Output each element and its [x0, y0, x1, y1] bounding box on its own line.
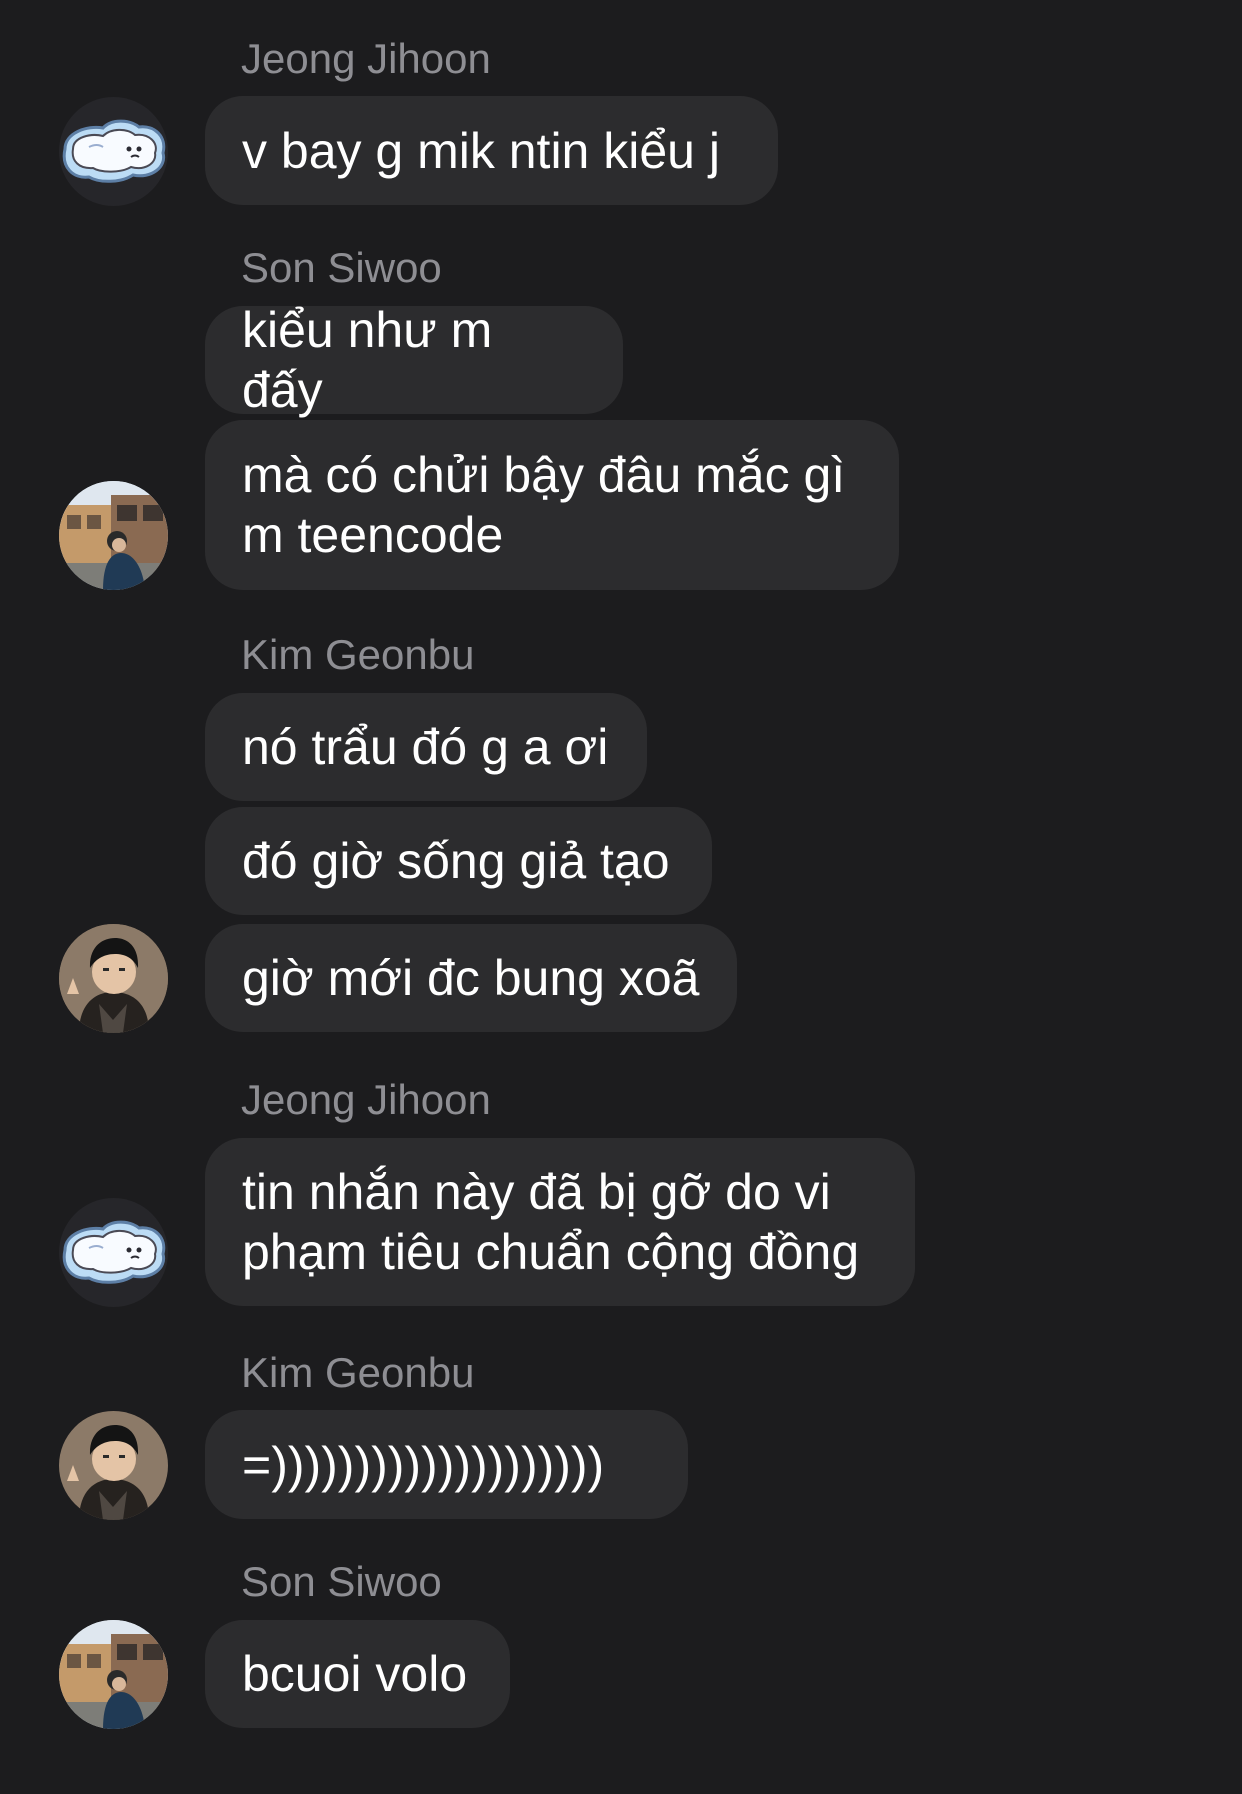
message-text: giờ mới đc bung xoã	[242, 950, 700, 1006]
message-text: mà có chửi bậy đâu mắc gì m teencode	[242, 447, 846, 563]
portrait-photo-avatar-icon	[59, 1411, 168, 1520]
portrait-photo-avatar-icon	[59, 924, 168, 1033]
message-bubble[interactable]: v bay g mik ntin kiểu j	[205, 96, 778, 205]
street-photo-avatar-icon	[59, 1620, 168, 1729]
message-text: nó trẩu đó g a ơi	[242, 719, 609, 775]
message-bubble[interactable]: đó giờ sống giả tạo	[205, 807, 712, 915]
sender-name: Jeong Jihoon	[241, 35, 491, 82]
message-text: đó giờ sống giả tạo	[242, 833, 670, 889]
message-bubble[interactable]: kiểu như m đấy	[205, 302, 623, 418]
message-bubble[interactable]: giờ mới đc bung xoã	[205, 924, 737, 1032]
message-bubble[interactable]: nó trẩu đó g a ơi	[205, 693, 647, 801]
cloud-avatar-icon	[59, 97, 168, 206]
sender-name: Kim Geonbu	[241, 1349, 475, 1396]
cloud-avatar-icon	[59, 1198, 168, 1307]
avatar-kim-geonbu[interactable]	[59, 1411, 168, 1520]
avatar-son-siwoo[interactable]	[59, 1620, 168, 1729]
chat-thread: Jeong Jihoon v bay g mik ntin kiểu j Son…	[0, 0, 1242, 1794]
street-photo-avatar-icon	[59, 481, 168, 590]
message-text: bcuoi volo	[242, 1646, 468, 1702]
message-bubble[interactable]: bcuoi volo	[205, 1620, 510, 1728]
message-bubble[interactable]: =))))))))))))))))))))	[205, 1410, 688, 1519]
sender-name: Kim Geonbu	[241, 631, 475, 678]
message-text: kiểu như m đấy	[242, 302, 493, 418]
message-bubble[interactable]: tin nhắn này đã bị gỡ do vi phạm tiêu ch…	[205, 1138, 915, 1306]
avatar-jeong-jihoon[interactable]	[59, 1198, 168, 1307]
avatar-jeong-jihoon[interactable]	[59, 97, 168, 206]
sender-name: Son Siwoo	[241, 1558, 442, 1605]
sender-name: Jeong Jihoon	[241, 1076, 491, 1123]
message-text: v bay g mik ntin kiểu j	[242, 122, 720, 179]
sender-name: Son Siwoo	[241, 244, 442, 291]
message-text: =))))))))))))))))))))	[242, 1436, 605, 1493]
avatar-kim-geonbu[interactable]	[59, 924, 168, 1033]
message-text: tin nhắn này đã bị gỡ do vi phạm tiêu ch…	[242, 1164, 860, 1280]
message-bubble[interactable]: mà có chửi bậy đâu mắc gì m teencode	[205, 420, 899, 590]
avatar-son-siwoo[interactable]	[59, 481, 168, 590]
